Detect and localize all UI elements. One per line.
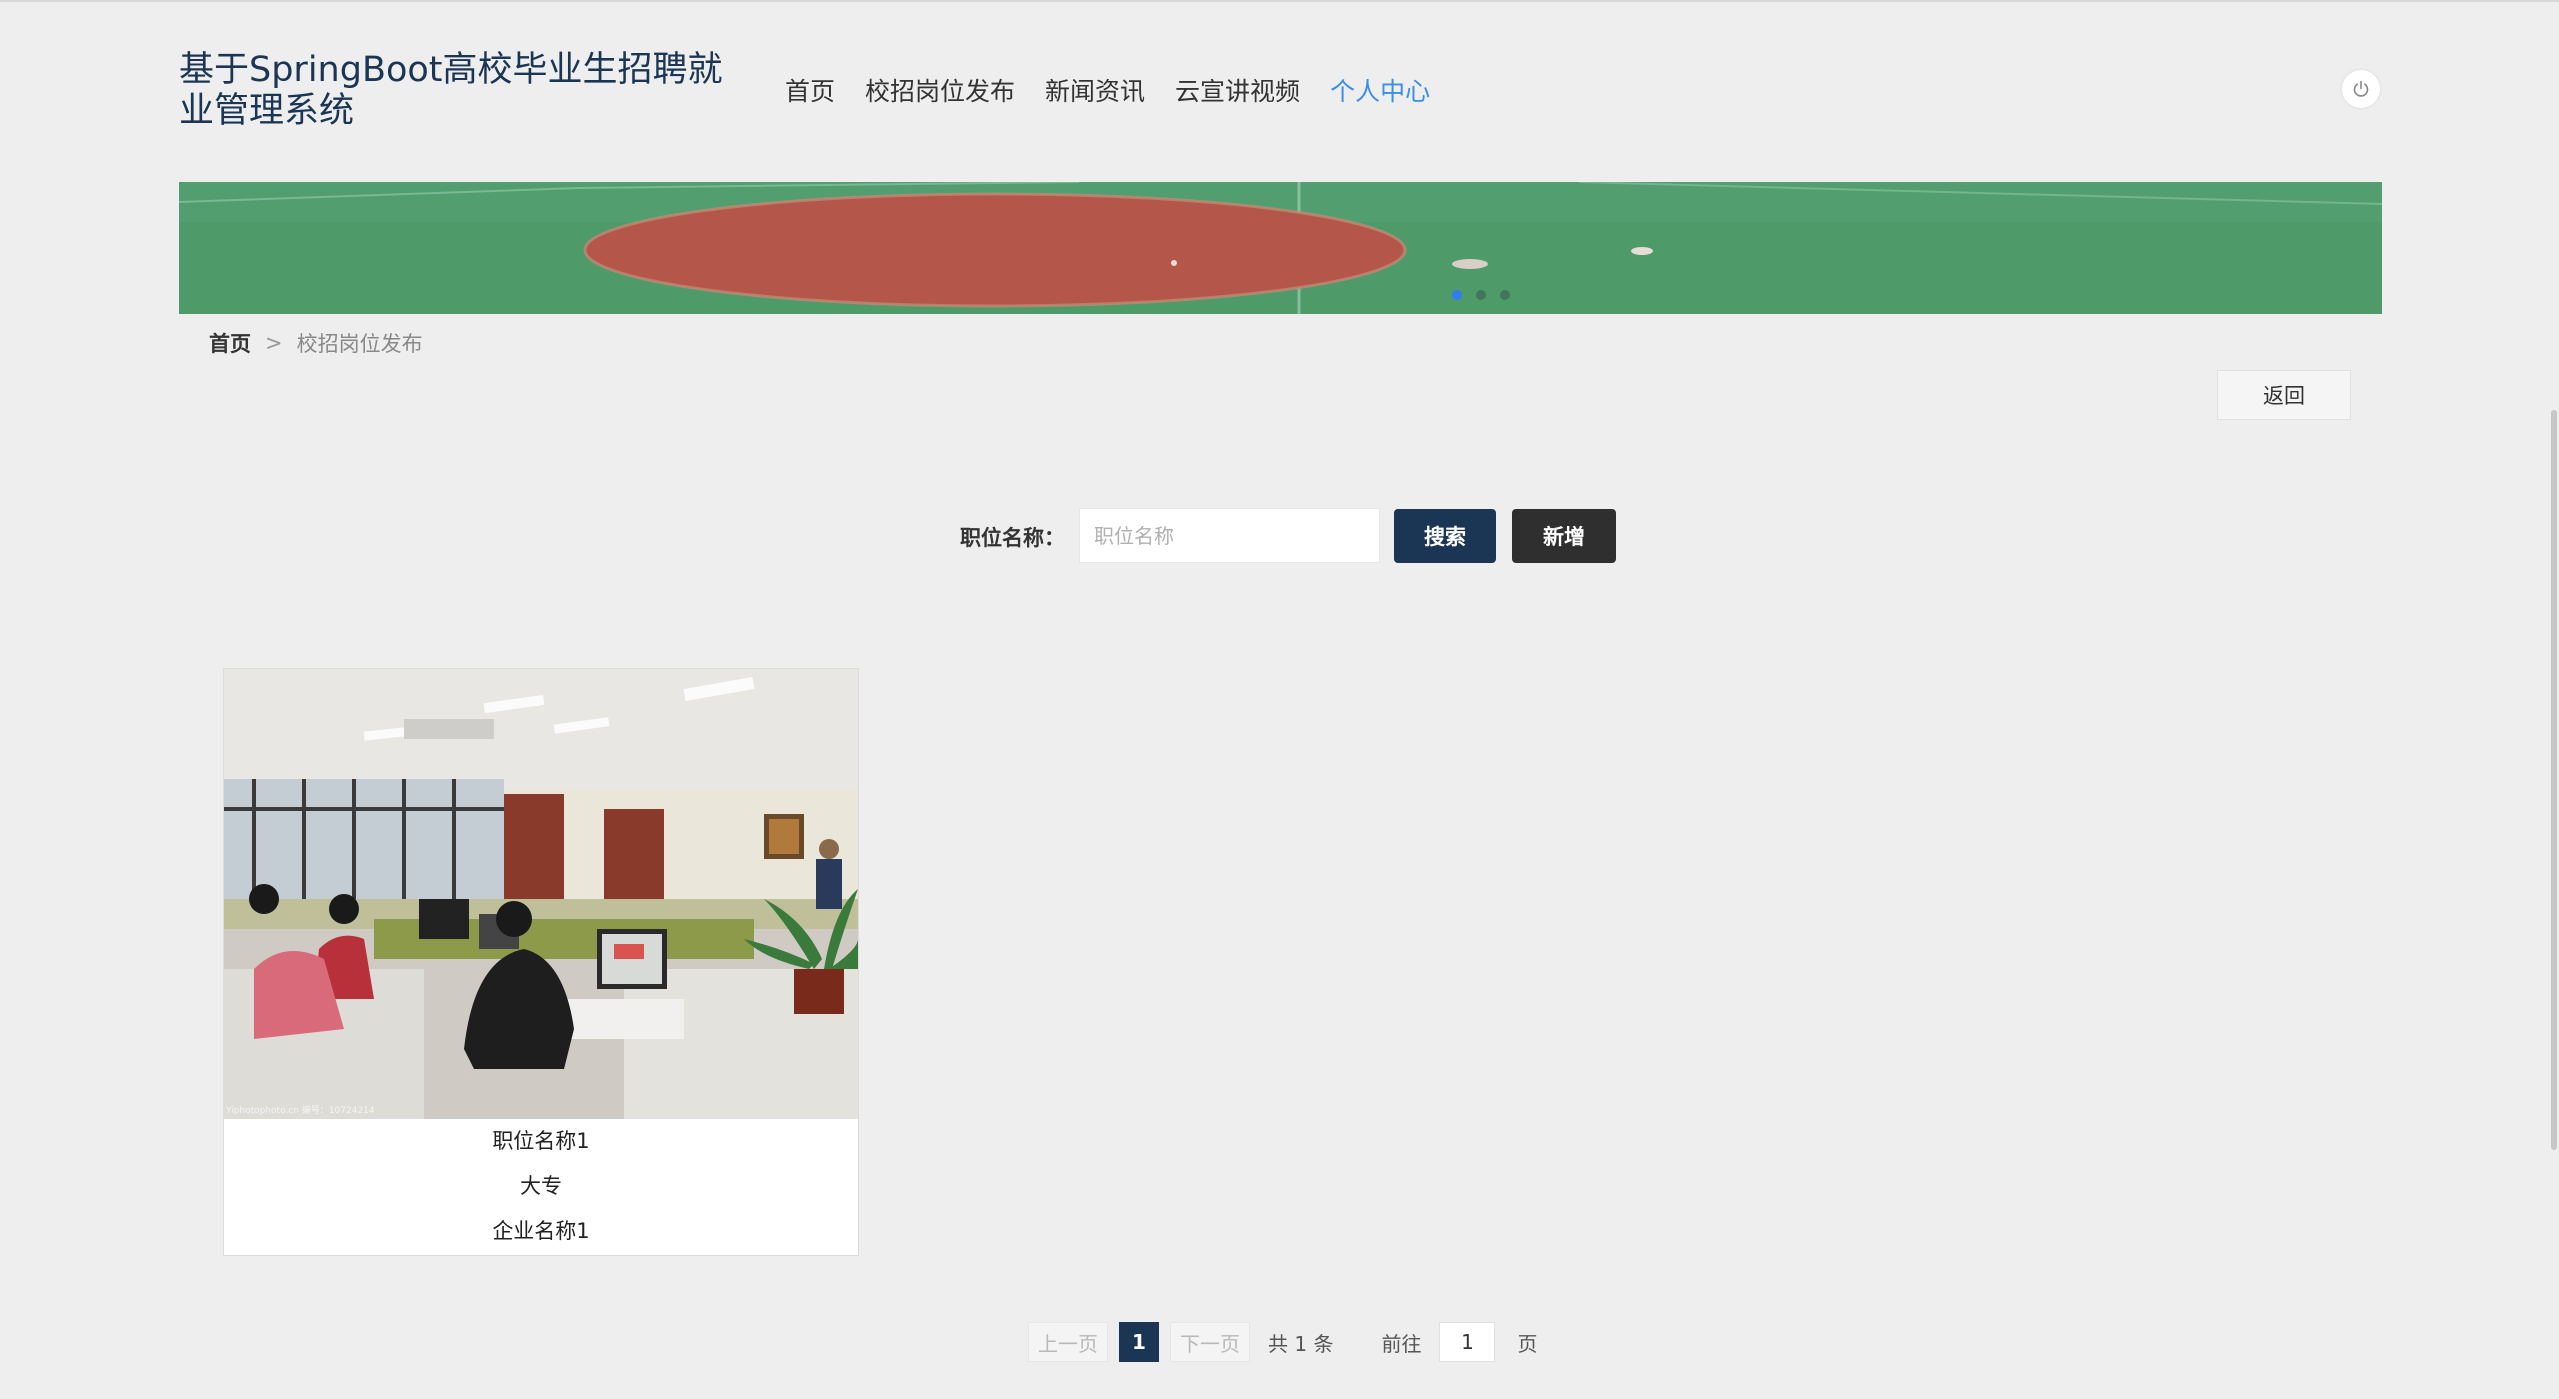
job-card-image: Yiphotophoto.cn 编号：10724214 — [224, 669, 858, 1119]
job-card[interactable]: Yiphotophoto.cn 编号：10724214 职位名称1 大专 企业名… — [223, 668, 859, 1256]
total-count: 共 1 条 — [1268, 1331, 1334, 1356]
job-company: 企业名称1 — [492, 1219, 590, 1243]
breadcrumb-home[interactable]: 首页 — [209, 328, 251, 358]
svg-text:Yiphotophoto.cn 编号：10724214: Yiphotophoto.cn 编号：10724214 — [225, 1104, 375, 1116]
search-label: 职位名称： — [960, 526, 1065, 550]
job-name-search-input[interactable] — [1079, 508, 1380, 563]
add-button[interactable]: 新增 — [1512, 509, 1616, 563]
top-border — [0, 0, 2559, 2]
breadcrumb-current: 校招岗位发布 — [296, 332, 423, 356]
carousel-dot[interactable] — [1500, 290, 1510, 300]
carousel-dots — [1452, 290, 1510, 300]
banner-image — [179, 182, 2382, 314]
banner-carousel[interactable] — [179, 182, 2382, 314]
page-number-current[interactable]: 1 — [1119, 1322, 1159, 1362]
job-title: 职位名称1 — [492, 1129, 590, 1153]
carousel-dot[interactable] — [1476, 290, 1486, 300]
nav-item-personal-center[interactable]: 个人中心 — [1315, 64, 1446, 187]
breadcrumb-separator: > — [265, 331, 283, 355]
power-icon — [2353, 80, 2369, 97]
search-button[interactable]: 搜索 — [1394, 509, 1496, 563]
nav-item-job-posts[interactable]: 校招岗位发布 — [850, 64, 1030, 184]
next-page-button[interactable]: 下一页 — [1170, 1322, 1250, 1362]
nav-item-news[interactable]: 新闻资讯 — [1030, 64, 1160, 184]
pagination: 上一页 1 下一页 共 1 条 前往 页 — [1028, 1322, 1537, 1362]
back-button[interactable]: 返回 — [2217, 370, 2351, 420]
logout-button[interactable] — [2342, 70, 2380, 108]
nav-item-videos[interactable]: 云宣讲视频 — [1160, 64, 1315, 184]
breadcrumb: 首页 > 校招岗位发布 — [209, 328, 423, 358]
main-nav: 首页 校招岗位发布 新闻资讯 云宣讲视频 个人中心 — [770, 64, 1446, 187]
nav-item-home[interactable]: 首页 — [770, 64, 850, 184]
goto-label: 前往 — [1381, 1331, 1422, 1356]
page-suffix: 页 — [1517, 1331, 1538, 1356]
goto-page-input[interactable] — [1439, 1322, 1496, 1362]
job-education: 大专 — [520, 1174, 562, 1198]
carousel-dot[interactable] — [1452, 290, 1462, 300]
scrollbar[interactable] — [2551, 410, 2557, 1150]
site-title: 基于SpringBoot高校毕业生招聘就业管理系统 — [179, 50, 723, 131]
prev-page-button[interactable]: 上一页 — [1028, 1322, 1108, 1362]
